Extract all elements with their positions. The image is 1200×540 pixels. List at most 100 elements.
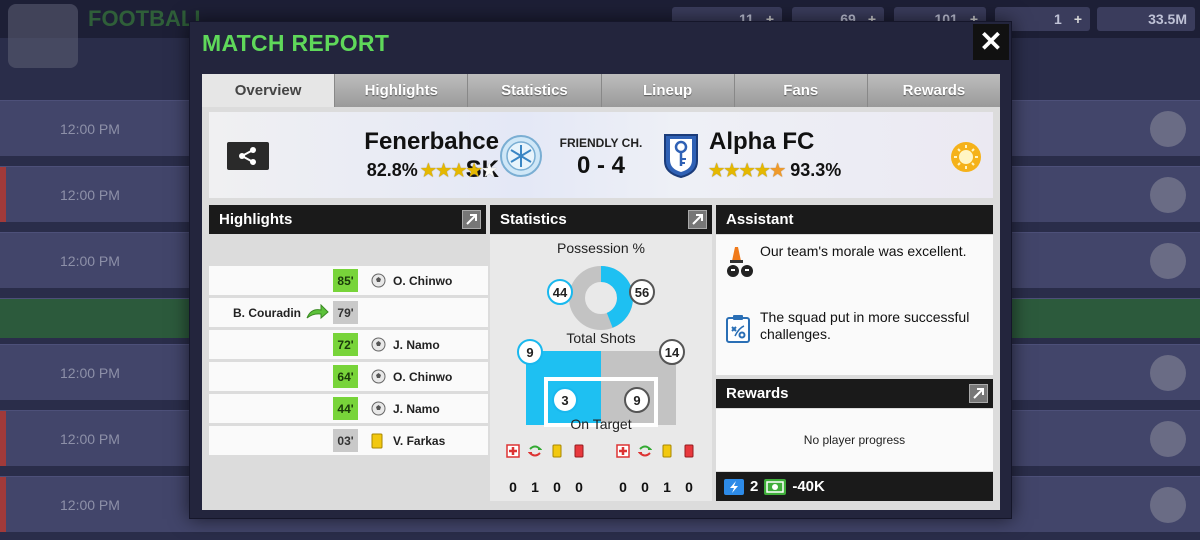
rewards-panel: No player progress <box>716 409 993 471</box>
modal-title: MATCH REPORT <box>202 30 390 56</box>
expand-arrow-icon <box>466 214 477 225</box>
ball-icon <box>371 273 386 288</box>
rewards-expand-button[interactable] <box>969 384 988 403</box>
event-minute: 64' <box>333 365 358 388</box>
substitution-icon <box>634 444 656 458</box>
shots-chart <box>526 351 676 427</box>
home-injuries-count: 0 <box>509 479 517 495</box>
star-icon: ★ <box>451 161 467 180</box>
injury-icon <box>502 444 524 458</box>
home-red-count: 0 <box>575 479 583 495</box>
share-button[interactable] <box>227 142 269 170</box>
ball-icon <box>371 337 386 352</box>
statistics-panel: Possession % 44 56 Total Shots 9 14 3 9 … <box>490 235 712 501</box>
tab-rewards[interactable]: Rewards <box>866 74 1001 107</box>
event-player: O. Chinwo <box>393 370 453 384</box>
shots-away-value: 14 <box>659 339 685 365</box>
highlight-row: 64' O. Chinwo <box>209 362 488 391</box>
star-icon: ★ <box>709 161 725 180</box>
close-button[interactable]: ✕ <box>973 24 1009 60</box>
home-yellow-count: 0 <box>553 479 561 495</box>
home-rating-value: 82.8% <box>366 160 418 180</box>
background-resource-value: 1 <box>1054 11 1062 27</box>
background-row-label: 12:00 PM <box>60 187 120 203</box>
background-resource: 33.5M <box>1097 7 1195 31</box>
statistics-heading: Statistics <box>500 211 567 228</box>
highlights-list: 85' O. Chinwo 79' B. Couradin 72' J. Namo 64' O… <box>209 266 488 458</box>
highlight-row: 79' B. Couradin <box>209 298 488 327</box>
share-icon <box>239 147 256 165</box>
money-icon <box>764 478 787 495</box>
substitution-icon <box>524 444 546 458</box>
ball-icon <box>371 401 386 416</box>
on-target-home-value: 3 <box>552 387 578 413</box>
rewards-summary-bar: 2 -40K <box>716 472 993 501</box>
away-discipline-icons <box>612 444 700 458</box>
assistant-panel: Our team's morale was excellent. The squ… <box>716 235 993 375</box>
away-yellow-count: 1 <box>663 479 671 495</box>
money-reward-value: -40K <box>792 478 825 495</box>
rewards-panel-header: Rewards <box>716 379 993 408</box>
star-icon: ★ <box>724 161 740 180</box>
background-row-badge <box>1150 487 1186 523</box>
tab-overview[interactable]: Overview <box>202 74 335 107</box>
home-discipline-icons <box>502 444 590 458</box>
tab-lineup[interactable]: Lineup <box>600 74 734 107</box>
statistics-panel-header: Statistics <box>490 205 712 234</box>
on-target-away-value: 9 <box>624 387 650 413</box>
expand-arrow-icon <box>692 214 703 225</box>
event-minute: 85' <box>333 269 358 292</box>
away-discipline-counts: 0 0 1 0 <box>612 479 700 495</box>
away-club-crest-icon <box>664 134 698 179</box>
shots-home-value: 9 <box>517 339 543 365</box>
background-row-stripe <box>0 477 6 532</box>
possession-donut-chart <box>569 266 633 330</box>
modal-content: Overview Highlights Statistics Lineup Fa… <box>202 74 1001 510</box>
event-player: J. Namo <box>393 402 440 416</box>
highlights-panel-header: Highlights <box>209 205 486 234</box>
event-player: V. Farkas <box>393 434 446 448</box>
half-star-icon: ★ <box>770 161 786 180</box>
rewards-heading: Rewards <box>726 385 789 402</box>
tab-fans[interactable]: Fans <box>733 74 867 107</box>
tab-highlights[interactable]: Highlights <box>334 74 468 107</box>
home-club-crest-icon <box>500 135 542 177</box>
star-icon: ★ <box>466 161 482 180</box>
event-player: J. Namo <box>393 338 440 352</box>
event-player: O. Chinwo <box>393 274 453 288</box>
background-row-badge <box>1150 243 1186 279</box>
background-row-badge <box>1150 355 1186 391</box>
red-card-icon <box>568 444 590 458</box>
away-team-name: Alpha FC <box>709 128 815 155</box>
morale-icon <box>727 247 753 277</box>
away-subs-count: 0 <box>641 479 649 495</box>
match-report-modal: MATCH REPORT ✕ Overview Highlights Stati… <box>189 21 1012 519</box>
sun-icon <box>951 142 981 172</box>
statistics-expand-button[interactable] <box>688 210 707 229</box>
event-minute: 79' <box>333 301 358 324</box>
home-subs-count: 1 <box>531 479 539 495</box>
highlight-row: 03' V. Farkas <box>209 426 488 455</box>
star-icon: ★ <box>436 161 452 180</box>
background-row-label: 12:00 PM <box>60 253 120 269</box>
energy-icon <box>724 478 744 495</box>
possession-home-value: 44 <box>547 279 573 305</box>
star-icon: ★ <box>754 161 770 180</box>
tab-statistics[interactable]: Statistics <box>467 74 601 107</box>
yellow-card-icon <box>546 444 568 458</box>
away-star-rating: ★ ★ ★ ★ ★ <box>709 162 785 179</box>
background-row-badge <box>1150 421 1186 457</box>
star-icon: ★ <box>420 161 436 180</box>
background-row-label: 12:00 PM <box>60 497 120 513</box>
home-star-rating: ★ ★ ★ ★ ★ <box>421 162 497 179</box>
red-card-icon <box>678 444 700 458</box>
empty-star-icon: ★ <box>481 161 497 180</box>
possession-away-value: 56 <box>629 279 655 305</box>
home-team-rating: 82.8% ★ ★ ★ ★ ★ <box>359 160 499 181</box>
highlights-expand-button[interactable] <box>462 210 481 229</box>
background-row-label: 12:00 PM <box>60 365 120 381</box>
highlights-heading: Highlights <box>219 211 293 228</box>
background-row-stripe <box>0 411 6 466</box>
match-header: Fenerbahce SK 82.8% ★ ★ ★ ★ ★ FRIENDLY CH. 0… <box>209 112 993 198</box>
ball-icon <box>371 369 386 384</box>
